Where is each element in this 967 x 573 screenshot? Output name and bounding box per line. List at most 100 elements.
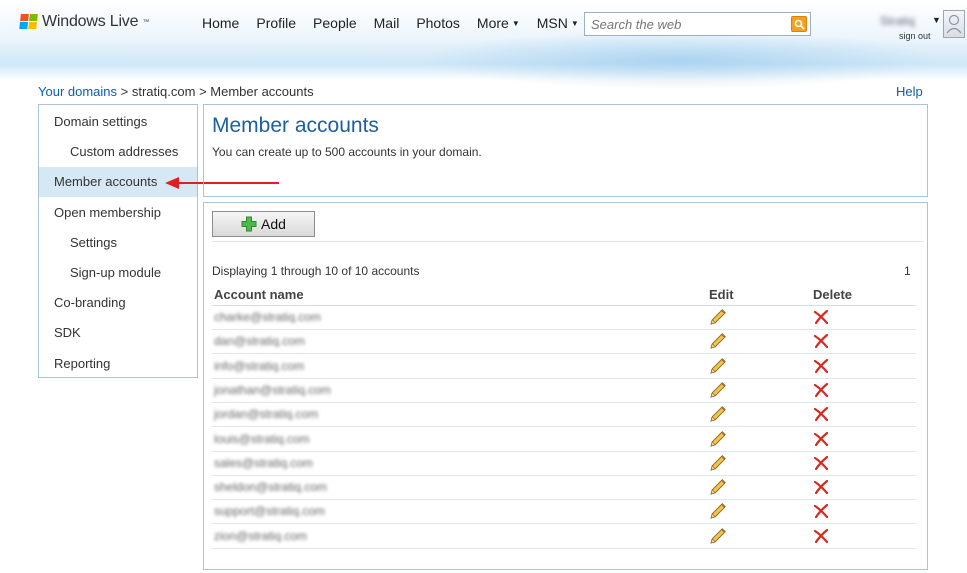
breadcrumb-current: Member accounts <box>210 84 314 99</box>
edit-button[interactable] <box>709 502 727 523</box>
sidebar-item-label: Member accounts <box>54 174 158 190</box>
nav-item-home[interactable]: Home <box>202 15 239 31</box>
column-header-delete: Delete <box>813 287 853 302</box>
sidebar-item-label: Settings <box>70 234 117 250</box>
sidebar-item-settings[interactable]: Settings <box>39 228 197 258</box>
top-header: Windows Live ™ Home Profile People Mail Photo… <box>0 0 967 90</box>
user-menu[interactable]: Stratiq ▼ sign out <box>880 13 941 41</box>
delete-x-icon <box>813 431 829 446</box>
sidebar-item-label: Open membership <box>54 204 161 220</box>
account-name[interactable]: sheldon@stratiq.com <box>214 480 327 494</box>
table-row: louis@stratiq.com <box>212 428 916 452</box>
edit-button[interactable] <box>709 405 727 426</box>
account-name[interactable]: charke@stratiq.com <box>214 310 321 324</box>
sidebar-item-custom-addresses[interactable]: Custom addresses <box>39 137 197 167</box>
nav-item-label: Mail <box>373 15 400 31</box>
delete-x-icon <box>813 479 829 495</box>
delete-button[interactable] <box>813 333 829 352</box>
edit-button[interactable] <box>709 381 727 402</box>
delete-x-icon <box>813 528 829 543</box>
account-name[interactable]: sales@stratiq.com <box>214 456 313 470</box>
account-name[interactable]: dan@stratiq.com <box>214 334 305 348</box>
divider <box>212 241 923 242</box>
pencil-icon <box>710 357 726 374</box>
delete-button[interactable] <box>813 528 829 547</box>
sidebar-item-sign-up-module[interactable]: Sign-up module <box>39 258 197 288</box>
search-box <box>584 12 811 36</box>
edit-button[interactable] <box>709 357 727 378</box>
breadcrumb-domain: stratiq.com <box>131 84 196 99</box>
account-name[interactable]: jonathan@stratiq.com <box>214 383 331 397</box>
pencil-icon <box>710 479 726 495</box>
avatar[interactable] <box>943 10 965 38</box>
add-button-label: Add <box>261 216 286 232</box>
delete-button[interactable] <box>813 431 829 450</box>
add-account-button[interactable]: Add <box>212 211 315 237</box>
help-link[interactable]: Help <box>896 84 923 99</box>
sidebar-item-sdk[interactable]: SDK <box>39 318 197 348</box>
sidebar-item-reporting[interactable]: Reporting <box>39 349 197 379</box>
column-header-account[interactable]: Account name <box>214 287 304 302</box>
nav-item-msn[interactable]: MSN ▼ <box>537 15 579 31</box>
delete-button[interactable] <box>813 309 829 328</box>
table-row: sheldon@stratiq.com <box>212 476 916 501</box>
nav-item-mail[interactable]: Mail <box>374 15 400 31</box>
results-summary: Displaying 1 through 10 of 10 accounts <box>212 264 420 278</box>
sidebar-item-label: Sign-up module <box>70 265 162 280</box>
breadcrumb-separator: > <box>120 84 129 99</box>
table-row: dan@stratiq.com <box>212 330 916 355</box>
account-name[interactable]: info@stratiq.com <box>214 359 304 373</box>
sidebar-item-label: SDK <box>54 325 81 341</box>
sidebar-item-open-membership[interactable]: Open membership <box>39 198 197 228</box>
chevron-down-icon[interactable]: ▼ <box>932 15 941 25</box>
account-name[interactable]: zion@stratiq.com <box>214 529 307 543</box>
edit-button[interactable] <box>709 308 727 329</box>
delete-x-icon <box>813 455 829 470</box>
nav-item-profile[interactable]: Profile <box>256 15 296 31</box>
account-name[interactable]: support@stratiq.com <box>214 504 325 518</box>
nav-item-people[interactable]: People <box>313 15 357 31</box>
sign-out-link[interactable]: sign out <box>899 31 931 41</box>
pencil-icon <box>710 454 726 471</box>
pagination-page[interactable]: 1 <box>904 264 911 278</box>
page-subtitle: You can create up to 500 accounts in you… <box>212 145 482 159</box>
pencil-icon <box>710 381 726 398</box>
page-title: Member accounts <box>212 114 379 137</box>
edit-button[interactable] <box>709 527 727 548</box>
pencil-icon <box>710 527 726 544</box>
table-row: charke@stratiq.com <box>212 306 916 330</box>
search-input[interactable] <box>585 13 781 35</box>
table-row: support@stratiq.com <box>212 500 916 525</box>
pencil-icon <box>710 333 726 349</box>
delete-button[interactable] <box>813 455 829 474</box>
account-name[interactable]: louis@stratiq.com <box>214 432 310 446</box>
delete-x-icon <box>813 504 829 519</box>
sidebar-item-label: Custom addresses <box>70 144 179 160</box>
pencil-icon <box>710 503 726 520</box>
delete-x-icon <box>813 358 829 373</box>
nav-item-photos[interactable]: Photos <box>416 15 460 31</box>
nav-item-label: Photos <box>416 15 460 31</box>
sidebar-item-label: Co-branding <box>54 295 126 311</box>
delete-button[interactable] <box>813 503 829 522</box>
breadcrumb: Your domains > stratiq.com > Member acco… <box>38 84 314 99</box>
account-name[interactable]: jordan@stratiq.com <box>214 407 318 421</box>
delete-button[interactable] <box>813 358 829 377</box>
breadcrumb-your-domains[interactable]: Your domains <box>38 84 117 99</box>
windows-live-logo[interactable]: Windows Live ™ <box>19 13 149 31</box>
delete-button[interactable] <box>813 382 829 401</box>
delete-button[interactable] <box>813 406 829 425</box>
nav-item-more[interactable]: More ▼ <box>477 15 520 31</box>
plus-icon <box>241 216 257 232</box>
edit-button[interactable] <box>709 478 727 499</box>
edit-button[interactable] <box>709 454 727 475</box>
chevron-down-icon: ▼ <box>511 18 520 28</box>
search-button[interactable] <box>791 16 807 32</box>
windows-flag-icon <box>19 14 39 30</box>
edit-button[interactable] <box>709 332 727 353</box>
main-nav: Home Profile People Mail Photos More ▼ MSN ▼ <box>202 15 596 31</box>
edit-button[interactable] <box>709 430 727 451</box>
delete-button[interactable] <box>813 479 829 498</box>
sidebar-item-domain-settings[interactable]: Domain settings <box>39 107 197 137</box>
sidebar-item-co-branding[interactable]: Co-branding <box>39 288 197 318</box>
